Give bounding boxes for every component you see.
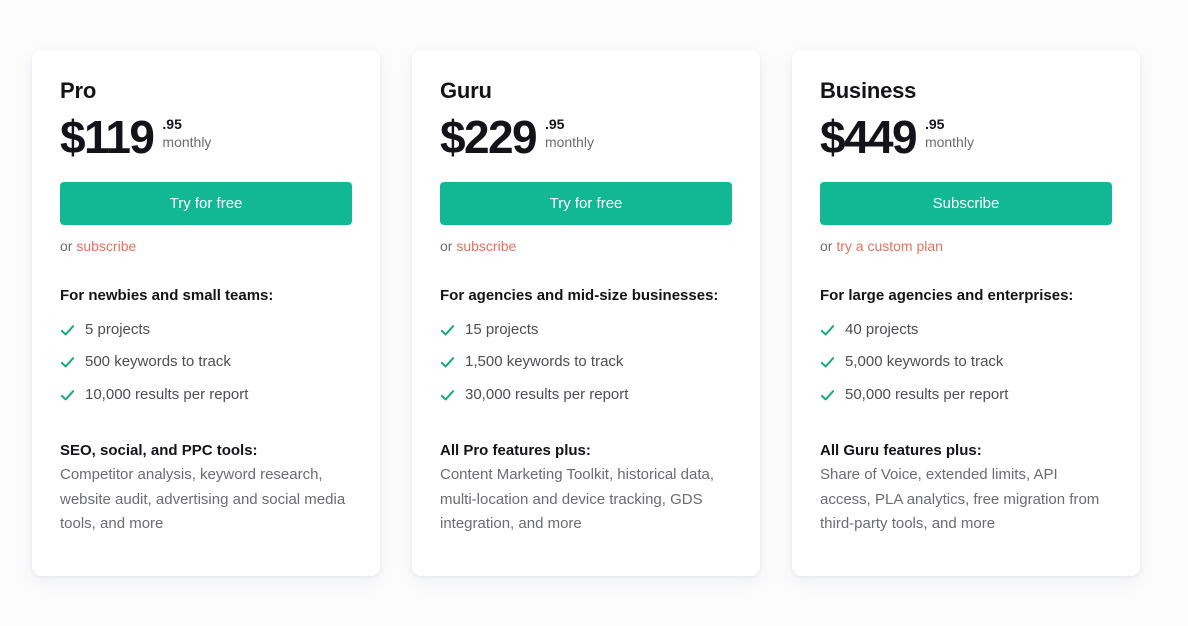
feature-list: 40 projects 5,000 keywords to track 50,0… xyxy=(820,314,1112,412)
alt-action-prefix: or xyxy=(60,238,73,255)
plan-card-guru: Guru $229 .95 monthly Try for free or su… xyxy=(412,50,760,577)
alt-action-link[interactable]: try a custom plan xyxy=(836,238,943,254)
feature-label: 5,000 keywords to track xyxy=(845,353,1004,371)
plan-price: $229 .95 monthly xyxy=(440,114,732,160)
footer-description: Competitor analysis, keyword research, w… xyxy=(60,466,346,532)
price-detail: .95 monthly xyxy=(925,114,974,151)
feature-list: 5 projects 500 keywords to track 10,000 … xyxy=(60,314,352,412)
feature-label: 10,000 results per report xyxy=(85,385,249,403)
list-item: 1,500 keywords to track xyxy=(440,346,732,379)
feature-label: 30,000 results per report xyxy=(465,385,629,403)
feature-list: 15 projects 1,500 keywords to track 30,0… xyxy=(440,314,732,412)
alt-action-link[interactable]: subscribe xyxy=(456,238,516,254)
list-item: 15 projects xyxy=(440,314,732,347)
plan-card-business: Business $449 .95 monthly Subscribe or t… xyxy=(792,50,1140,577)
feature-label: 500 keywords to track xyxy=(85,353,231,371)
alt-action: or subscribe xyxy=(60,238,352,254)
feature-label: 15 projects xyxy=(465,320,539,338)
price-period: monthly xyxy=(162,134,212,151)
footer-heading: All Pro features plus: xyxy=(440,442,591,460)
list-item: 50,000 results per report xyxy=(820,379,1112,412)
price-amount: $449 xyxy=(820,111,918,164)
price-amount: $229 xyxy=(440,111,538,164)
price-detail: .95 monthly xyxy=(162,114,211,151)
check-icon xyxy=(60,388,75,403)
list-item: 40 projects xyxy=(820,314,1112,347)
footer-description: Share of Voice, extended limits, API acc… xyxy=(820,466,1100,532)
check-icon xyxy=(440,388,455,403)
audience-heading: For newbies and small teams: xyxy=(60,287,274,305)
feature-label: 50,000 results per report xyxy=(845,385,1009,403)
pricing-plans-row: Pro $119 .95 monthly Try for free or sub… xyxy=(0,0,1188,577)
plan-name: Business xyxy=(820,78,917,103)
audience-heading: For agencies and mid-size businesses: xyxy=(440,287,719,305)
plan-footer: All Pro features plus: Content Marketing… xyxy=(440,439,732,536)
cta-button[interactable]: Subscribe xyxy=(820,182,1112,226)
feature-label: 1,500 keywords to track xyxy=(465,353,624,371)
alt-action: or subscribe xyxy=(440,238,732,254)
check-icon xyxy=(820,388,835,403)
price-cents: .95 xyxy=(924,116,945,133)
plan-price: $449 .95 monthly xyxy=(820,114,1112,160)
plan-price: $119 .95 monthly xyxy=(60,114,352,160)
cta-button[interactable]: Try for free xyxy=(60,182,352,226)
check-icon xyxy=(60,355,75,370)
alt-action: or try a custom plan xyxy=(820,238,1112,254)
footer-heading: All Guru features plus: xyxy=(820,442,982,460)
check-icon xyxy=(820,355,835,370)
cta-button[interactable]: Try for free xyxy=(440,182,732,226)
price-detail: .95 monthly xyxy=(545,114,594,151)
alt-action-link[interactable]: subscribe xyxy=(76,238,136,254)
check-icon xyxy=(820,323,835,338)
price-period: monthly xyxy=(924,134,974,151)
list-item: 30,000 results per report xyxy=(440,379,732,412)
price-cents: .95 xyxy=(162,116,182,133)
feature-label: 5 projects xyxy=(85,320,151,338)
plan-footer: SEO, social, and PPC tools: Competitor a… xyxy=(60,439,352,536)
plan-card-pro: Pro $119 .95 monthly Try for free or sub… xyxy=(32,50,380,577)
check-icon xyxy=(440,355,455,370)
list-item: 10,000 results per report xyxy=(60,379,352,412)
alt-action-prefix: or xyxy=(820,238,833,255)
price-cents: .95 xyxy=(544,116,565,133)
plan-name: Guru xyxy=(440,78,492,103)
feature-label: 40 projects xyxy=(845,320,919,338)
plan-footer: All Guru features plus: Share of Voice, … xyxy=(820,439,1112,536)
alt-action-prefix: or xyxy=(440,238,453,255)
audience-heading: For large agencies and enterprises: xyxy=(820,287,1074,305)
list-item: 5,000 keywords to track xyxy=(820,346,1112,379)
price-amount: $119 xyxy=(60,111,155,164)
check-icon xyxy=(60,323,75,338)
list-item: 5 projects xyxy=(60,314,352,347)
footer-heading: SEO, social, and PPC tools: xyxy=(60,442,258,460)
price-period: monthly xyxy=(544,134,594,151)
plan-name: Pro xyxy=(60,78,97,103)
check-icon xyxy=(440,323,455,338)
list-item: 500 keywords to track xyxy=(60,346,352,379)
footer-description: Content Marketing Toolkit, historical da… xyxy=(440,466,715,532)
